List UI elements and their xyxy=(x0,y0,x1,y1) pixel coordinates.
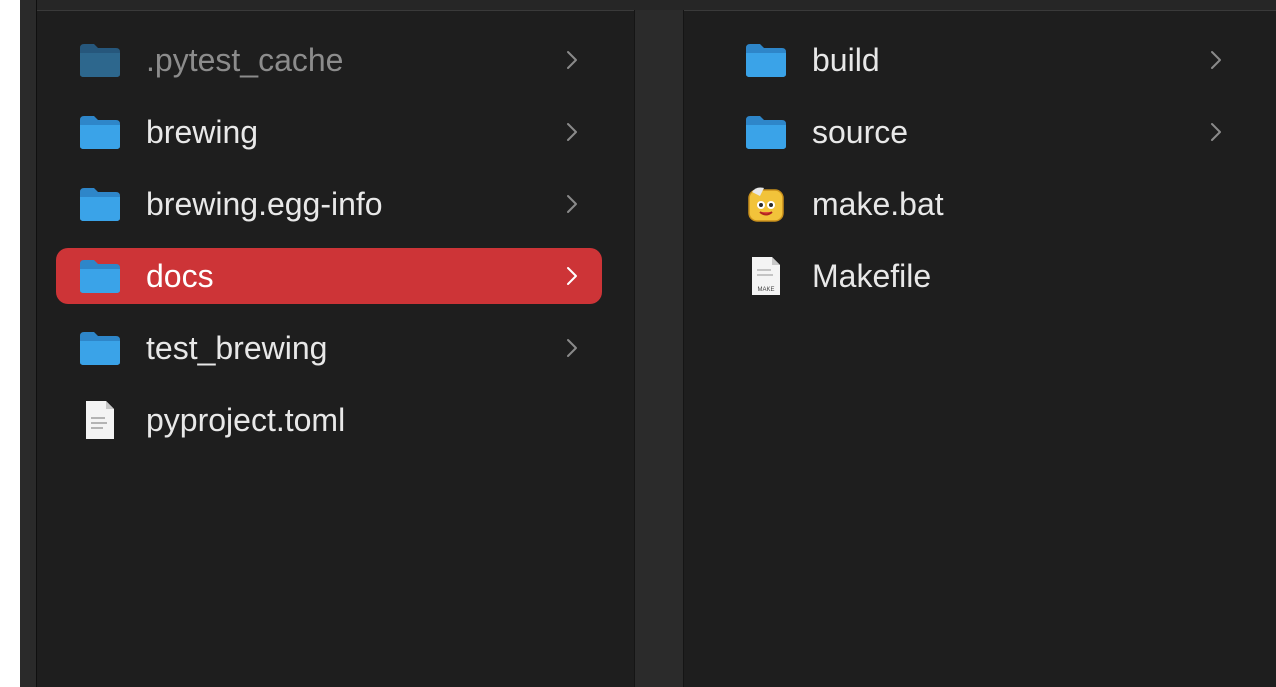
list-item-makefile[interactable]: MAKE Makefile xyxy=(734,248,1246,304)
folder-icon xyxy=(78,110,122,154)
list-item-source[interactable]: source xyxy=(734,104,1246,160)
column-1: .pytest_cache brewing brewing.egg-info d… xyxy=(36,10,634,687)
makefile-badge: MAKE xyxy=(757,287,774,293)
folder-icon xyxy=(78,326,122,370)
column-divider[interactable] xyxy=(634,10,684,687)
chevron-right-icon xyxy=(1204,120,1228,144)
chevron-right-icon xyxy=(560,192,584,216)
list-item-test-brewing[interactable]: test_brewing xyxy=(56,320,602,376)
item-label: brewing xyxy=(146,113,259,150)
item-label: docs xyxy=(146,257,214,294)
folder-icon xyxy=(78,182,122,226)
folder-icon xyxy=(744,38,788,82)
column-2: build source make.bat MAKE Makefile xyxy=(682,10,1276,687)
chevron-right-icon xyxy=(1204,48,1228,72)
item-label: build xyxy=(812,41,880,78)
folder-icon xyxy=(78,254,122,298)
list-item-pytest-cache[interactable]: .pytest_cache xyxy=(56,32,602,88)
column-edge xyxy=(20,0,37,687)
list-item-brewing[interactable]: brewing xyxy=(56,104,602,160)
item-label: test_brewing xyxy=(146,329,328,366)
item-label: .pytest_cache xyxy=(146,41,344,78)
list-item-make-bat[interactable]: make.bat xyxy=(734,176,1246,232)
item-label: Makefile xyxy=(812,257,932,294)
finder-window: .pytest_cache brewing brewing.egg-info d… xyxy=(20,0,1276,687)
document-icon xyxy=(78,398,122,442)
item-label: brewing.egg-info xyxy=(146,185,383,222)
list-item-brewing-egg-info[interactable]: brewing.egg-info xyxy=(56,176,602,232)
makefile-icon: MAKE xyxy=(744,254,788,298)
chevron-right-icon xyxy=(560,120,584,144)
item-label: source xyxy=(812,113,909,150)
chevron-right-icon xyxy=(560,48,584,72)
chevron-right-icon xyxy=(560,264,584,288)
folder-icon xyxy=(78,38,122,82)
chevron-right-icon xyxy=(560,336,584,360)
list-item-docs[interactable]: docs xyxy=(56,248,602,304)
folder-icon xyxy=(744,110,788,154)
item-label: make.bat xyxy=(812,185,944,222)
batch-file-icon xyxy=(744,182,788,226)
list-item-pyproject-toml[interactable]: pyproject.toml xyxy=(56,392,602,448)
item-label: pyproject.toml xyxy=(146,401,346,438)
list-item-build[interactable]: build xyxy=(734,32,1246,88)
